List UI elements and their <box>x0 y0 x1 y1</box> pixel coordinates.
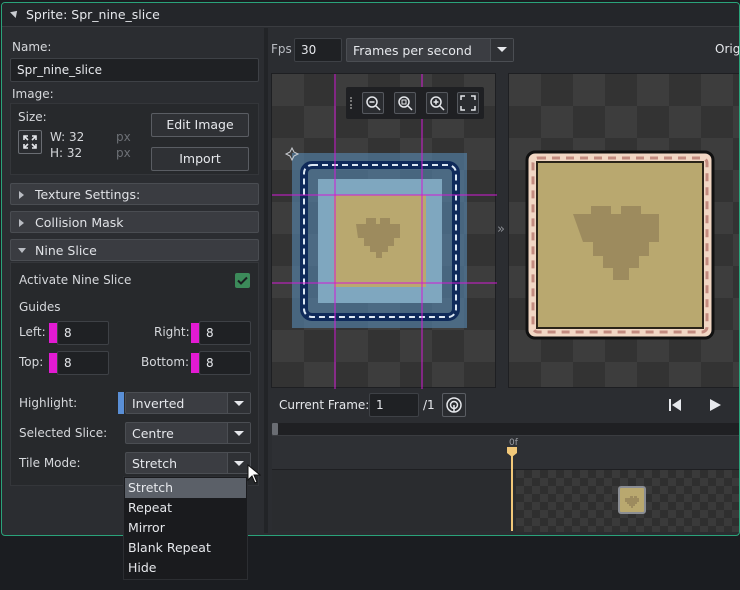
tile-mode-menu: Stretch Repeat Mirror Blank Repeat Hide <box>123 476 248 580</box>
sprite-editor-canvas[interactable] <box>271 73 497 389</box>
right-guide-field[interactable]: 8 <box>199 321 251 345</box>
menu-item-blank-repeat[interactable]: Blank Repeat <box>125 538 246 558</box>
chevron-right-icon <box>19 191 24 199</box>
activate-nine-slice-label: Activate Nine Slice <box>19 273 132 287</box>
playhead-line <box>511 453 513 531</box>
timeline-marker-label: 0f <box>509 438 518 448</box>
fit-to-screen-icon[interactable] <box>457 92 479 114</box>
sprite-editor-window: Sprite: Spr_nine_slice Name: Spr_nine_sl… <box>1 2 740 536</box>
title-bar[interactable]: Sprite: Spr_nine_slice <box>2 3 739 27</box>
bottom-guide-swatch <box>191 353 199 373</box>
panel-splitter[interactable] <box>264 28 268 533</box>
menu-item-repeat[interactable]: Repeat <box>125 498 246 518</box>
timeline-ruler[interactable]: 0f <box>272 435 739 469</box>
chevron-right-icon <box>19 219 24 227</box>
highlight-dropdown[interactable]: Inverted <box>125 392 251 414</box>
sprite-preview-image <box>525 150 715 340</box>
menu-item-mirror[interactable]: Mirror <box>125 518 246 538</box>
nine-slice-section[interactable]: Nine Slice <box>10 239 259 261</box>
texture-settings-section[interactable]: Texture Settings: <box>10 183 259 205</box>
drag-handle-icon[interactable] <box>350 97 354 109</box>
resize-icon[interactable] <box>18 130 42 154</box>
expand-panel-icon[interactable]: » <box>497 222 505 237</box>
bottom-guide-field[interactable]: 8 <box>199 351 251 375</box>
right-guide-swatch <box>191 323 199 343</box>
timeline-track[interactable] <box>272 469 739 532</box>
nine-slice-preview <box>272 74 497 389</box>
timeline-scroll-handle[interactable] <box>272 423 278 435</box>
menu-item-hide[interactable]: Hide <box>125 558 246 578</box>
origin-label: Origi <box>715 42 740 56</box>
properties-panel: Name: Spr_nine_slice Image: Size: W: 32 … <box>10 28 260 488</box>
zoom-reset-icon[interactable] <box>394 92 416 114</box>
chevron-down-icon <box>490 39 513 61</box>
size-label: Size: <box>18 110 47 124</box>
onion-skin-icon[interactable] <box>442 393 466 417</box>
zoom-in-icon[interactable] <box>426 92 448 114</box>
highlight-color-swatch[interactable] <box>118 392 124 414</box>
activate-nine-slice-checkbox[interactable] <box>235 273 250 288</box>
nine-slice-body: Activate Nine Slice Guides Left: 8 Right… <box>10 262 259 486</box>
selected-slice-label: Selected Slice: <box>19 426 108 440</box>
top-guide-field[interactable]: 8 <box>57 351 109 375</box>
timeline-scrollbar[interactable] <box>272 423 739 435</box>
highlight-value: Inverted <box>132 396 185 411</box>
speed-mode-dropdown[interactable]: Frames per second <box>346 38 514 62</box>
chevron-down-icon <box>18 248 26 253</box>
total-frames: /1 <box>423 398 435 412</box>
bottom-guide-label: Bottom: <box>141 355 190 369</box>
window-title: Sprite: Spr_nine_slice <box>26 7 160 22</box>
collision-mask-section[interactable]: Collision Mask <box>10 211 259 233</box>
guides-label: Guides <box>19 300 61 314</box>
right-guide-label: Right: <box>154 325 190 339</box>
width-value: W: 32 <box>50 130 85 144</box>
current-frame-field[interactable]: 1 <box>369 393 419 417</box>
selected-slice-value: Centre <box>132 426 174 441</box>
fps-label: Fps <box>271 42 292 56</box>
left-guide-label: Left: <box>19 325 46 339</box>
texture-settings-label: Texture Settings: <box>35 187 141 202</box>
chevron-down-icon <box>227 393 250 413</box>
fps-field[interactable]: 30 <box>294 38 342 62</box>
selected-slice-dropdown[interactable]: Centre <box>125 422 251 444</box>
zoom-out-icon[interactable] <box>362 92 384 114</box>
mouse-cursor-icon <box>247 463 262 487</box>
collapse-arrow-icon[interactable] <box>10 8 20 18</box>
speed-mode-value: Frames per second <box>353 43 472 58</box>
frame-thumbnail[interactable] <box>618 486 646 514</box>
zoom-toolbar <box>346 87 484 119</box>
left-guide-field[interactable]: 8 <box>57 321 109 345</box>
current-frame-label: Current Frame: <box>279 398 370 412</box>
play-icon[interactable] <box>706 396 724 417</box>
width-unit: px <box>116 130 131 144</box>
chevron-down-icon <box>227 423 250 443</box>
height-unit: px <box>116 146 131 160</box>
image-label: Image: <box>12 87 54 101</box>
import-button[interactable]: Import <box>151 147 249 171</box>
sprite-preview-canvas <box>508 73 739 388</box>
skip-to-start-icon[interactable] <box>666 396 684 417</box>
left-guide-swatch <box>49 323 57 343</box>
collision-mask-label: Collision Mask <box>35 215 124 230</box>
top-guide-swatch <box>49 353 57 373</box>
tile-mode-dropdown[interactable]: Stretch <box>125 452 251 474</box>
edit-image-button[interactable]: Edit Image <box>151 113 249 137</box>
top-guide-label: Top: <box>19 355 44 369</box>
name-label: Name: <box>12 40 52 54</box>
tile-mode-value: Stretch <box>132 456 178 471</box>
nine-slice-label: Nine Slice <box>35 243 97 258</box>
height-value: H: 32 <box>50 146 83 160</box>
image-box: Size: W: 32 H: 32 px px Edit Image Impor… <box>10 103 259 175</box>
menu-item-stretch[interactable]: Stretch <box>125 478 246 498</box>
tile-mode-label: Tile Mode: <box>19 456 81 470</box>
highlight-label: Highlight: <box>19 396 78 410</box>
name-field[interactable]: Spr_nine_slice <box>10 58 259 82</box>
